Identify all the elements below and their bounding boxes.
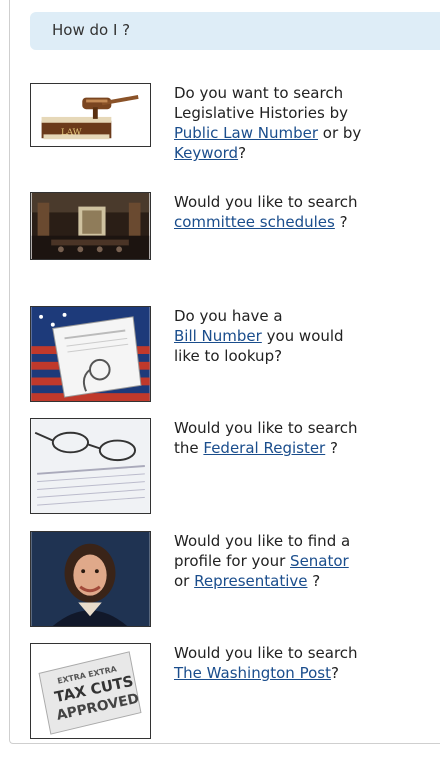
committee-room-icon	[31, 193, 150, 259]
federal-register-image	[30, 418, 151, 514]
bill-number-link[interactable]: Bill Number	[174, 327, 262, 345]
newspaper-icon: EXTRA EXTRA TAX CUTS APPROVED	[31, 644, 150, 738]
list-item-legislative-histories: LAW Do you want to search Legislative Hi…	[30, 83, 440, 179]
list-item-bill-number: Do you have a Bill Number you would like…	[30, 306, 440, 402]
member-profile-text: Would you like to find a profile for you…	[174, 532, 351, 590]
washington-post-link[interactable]: The Washington Post	[174, 664, 331, 682]
list-item-committee-schedules: Would you like to search committee sched…	[30, 192, 440, 288]
federal-register-text: Would you like to search the Federal Reg…	[174, 419, 358, 457]
list-item-federal-register: Would you like to search the Federal Reg…	[30, 418, 440, 514]
gavel-icon: LAW	[31, 84, 150, 146]
how-do-i-header: How do I ?	[30, 12, 440, 50]
federal-register-link[interactable]: Federal Register	[203, 439, 325, 457]
law-book-label: LAW	[61, 127, 82, 137]
senator-portrait-image	[30, 531, 151, 627]
representative-link[interactable]: Representative	[194, 572, 307, 590]
bill-document-icon	[31, 307, 150, 401]
senator-link[interactable]: Senator	[290, 552, 349, 570]
header-title: How do I ?	[52, 21, 131, 39]
bill-document-image	[30, 306, 151, 402]
committee-room-image	[30, 192, 151, 260]
committee-schedules-link[interactable]: committee schedules	[174, 213, 335, 231]
gavel-law-book-image: LAW	[30, 83, 151, 147]
legislative-histories-text: Do you want to search Legislative Histor…	[174, 84, 362, 162]
washington-post-text: Would you like to search The Washington …	[174, 644, 358, 682]
glasses-document-icon	[31, 419, 150, 513]
newspaper-image: EXTRA EXTRA TAX CUTS APPROVED	[30, 643, 151, 739]
keyword-link[interactable]: Keyword	[174, 144, 238, 162]
list-item-member-profile: Would you like to find a profile for you…	[30, 531, 440, 627]
list-item-washington-post: EXTRA EXTRA TAX CUTS APPROVED Would you …	[30, 643, 440, 739]
public-law-number-link[interactable]: Public Law Number	[174, 124, 318, 142]
portrait-icon	[31, 532, 150, 626]
bill-number-text: Do you have a Bill Number you would like…	[174, 307, 344, 365]
committee-schedules-text: Would you like to search committee sched…	[174, 193, 358, 231]
